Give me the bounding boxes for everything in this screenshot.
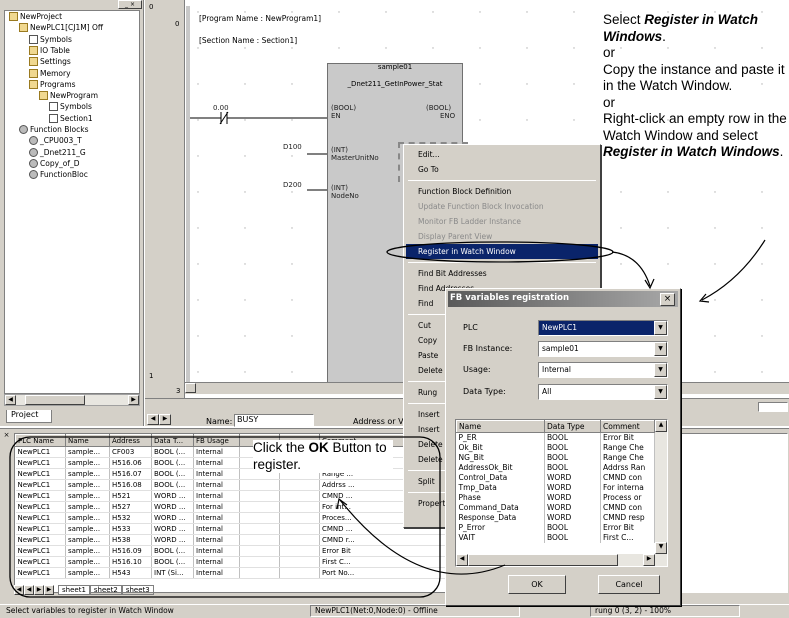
annotation-select: Select Register in Watch Windows. or Cop… (603, 12, 787, 159)
annotation-ok: Click the OK Button to register. (253, 440, 393, 473)
